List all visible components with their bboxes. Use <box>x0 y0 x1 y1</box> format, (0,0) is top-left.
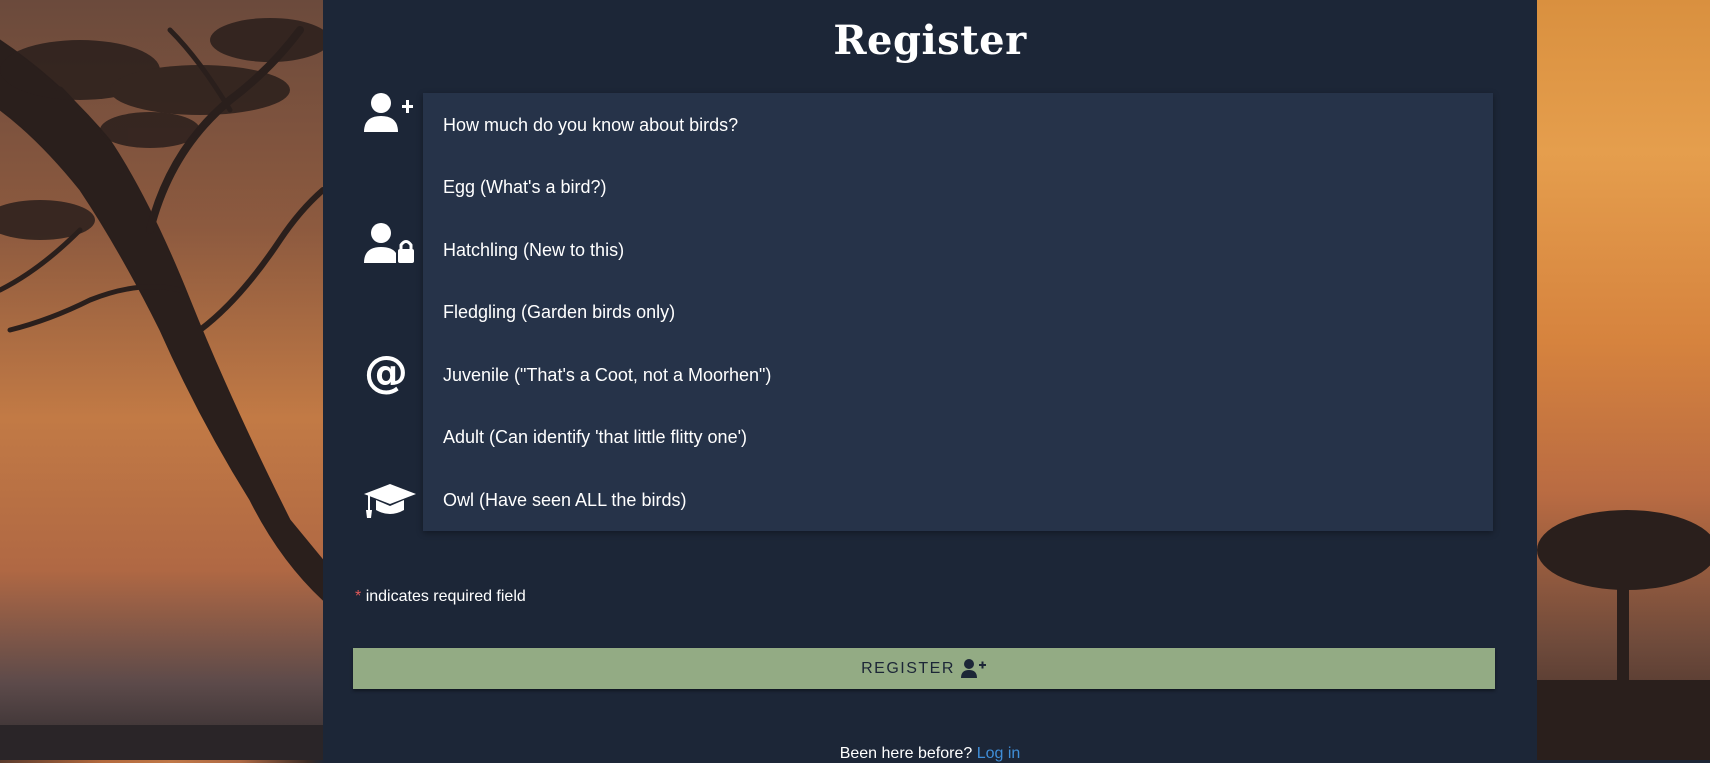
required-field-note: * indicates required field <box>355 588 526 606</box>
register-button-label: REGISTER <box>861 659 955 677</box>
at-icon: @ <box>364 347 416 398</box>
option-fledgling[interactable]: Fledgling (Garden birds only) <box>443 302 675 323</box>
bush-silhouette <box>1537 510 1710 760</box>
bird-knowledge-select-list[interactable]: How much do you know about birds? Egg (W… <box>423 93 1493 531</box>
option-adult[interactable]: Adult (Can identify 'that little flitty … <box>443 427 747 448</box>
option-placeholder[interactable]: How much do you know about birds? <box>443 115 738 136</box>
user-plus-icon <box>364 90 416 138</box>
page-title: Register <box>833 16 1027 64</box>
option-juvenile[interactable]: Juvenile ("That's a Coot, not a Moorhen"… <box>443 365 771 386</box>
option-hatchling[interactable]: Hatchling (New to this) <box>443 240 624 261</box>
login-prompt: Been here before? Log in <box>323 745 1537 763</box>
user-plus-icon <box>960 658 986 678</box>
login-prompt-text: Been here before? <box>839 745 973 762</box>
register-button[interactable]: REGISTER <box>353 648 1495 689</box>
svg-text:@: @ <box>364 347 408 395</box>
graduation-cap-icon <box>364 478 416 526</box>
option-owl[interactable]: Owl (Have seen ALL the birds) <box>443 490 686 511</box>
login-link[interactable]: Log in <box>977 745 1021 762</box>
register-panel: Register @ How much do you know about bi… <box>323 0 1537 763</box>
required-note-text: indicates required field <box>365 588 526 605</box>
required-star: * <box>355 588 362 605</box>
option-egg[interactable]: Egg (What's a bird?) <box>443 177 607 198</box>
user-lock-icon <box>364 219 416 267</box>
acacia-tree-silhouette <box>0 18 323 760</box>
